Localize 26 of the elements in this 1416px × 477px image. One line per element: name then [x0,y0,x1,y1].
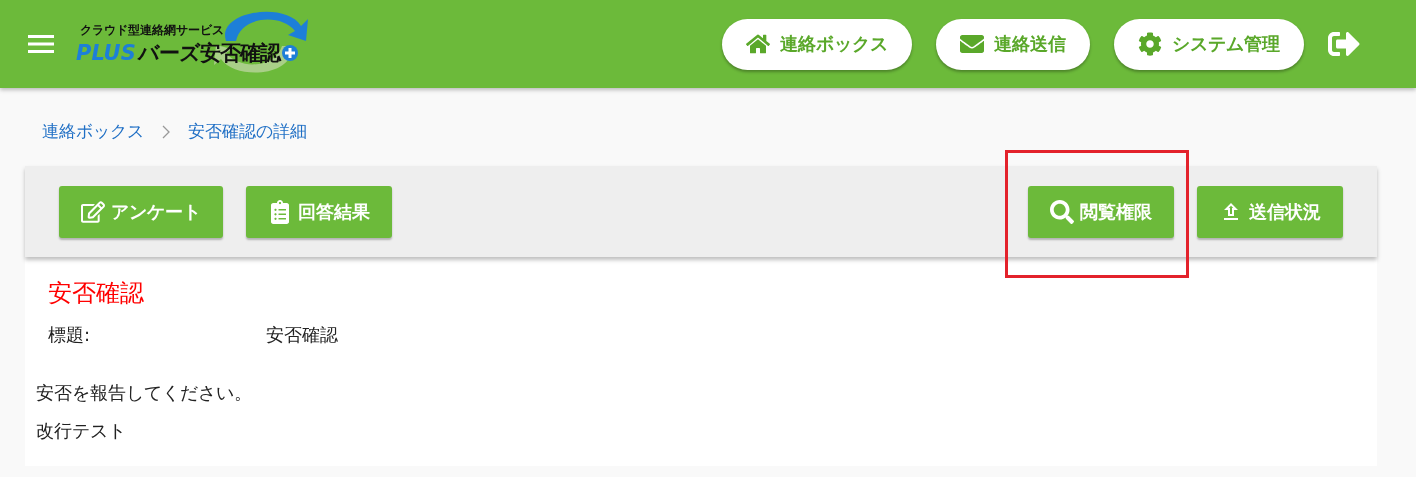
toolbar-button[interactable]: 回答結果 [246,185,392,238]
field-value: 安否確認 [266,323,338,347]
gear-icon [1138,32,1162,56]
toolbar-button[interactable]: 閲覧権限 [1028,185,1174,238]
body-text: 改行テスト [36,419,127,443]
logo-prefix: PLUS [76,40,136,65]
body-text: 安否を報告してください。 [36,381,253,405]
breadcrumb-link[interactable]: 連絡ボックス [42,120,144,143]
detail-title: 安否確認 [47,278,145,309]
toolbar-button[interactable]: 送信状況 [1197,185,1343,238]
breadcrumb-link[interactable]: 安否確認の詳細 [188,120,307,143]
chevron-icon [162,124,170,139]
menu-icon[interactable] [28,34,54,54]
search-icon [1050,199,1074,224]
logo-name: バーズ安否確認 [137,39,280,67]
field-label: 標題: [48,323,92,347]
plus-icon [281,44,298,61]
logo-tagline: クラウド型連絡網サービス [80,21,225,39]
nav-button[interactable]: システム管理 [1114,18,1304,70]
mail-icon [960,32,984,56]
home-icon [746,32,770,56]
clipboard-icon [268,199,292,224]
nav-button[interactable]: 連絡送信 [936,18,1090,70]
nav-button[interactable]: 連絡ボックス [722,18,912,70]
toolbar-button[interactable]: アンケート [59,185,223,238]
edit-icon [81,199,105,224]
